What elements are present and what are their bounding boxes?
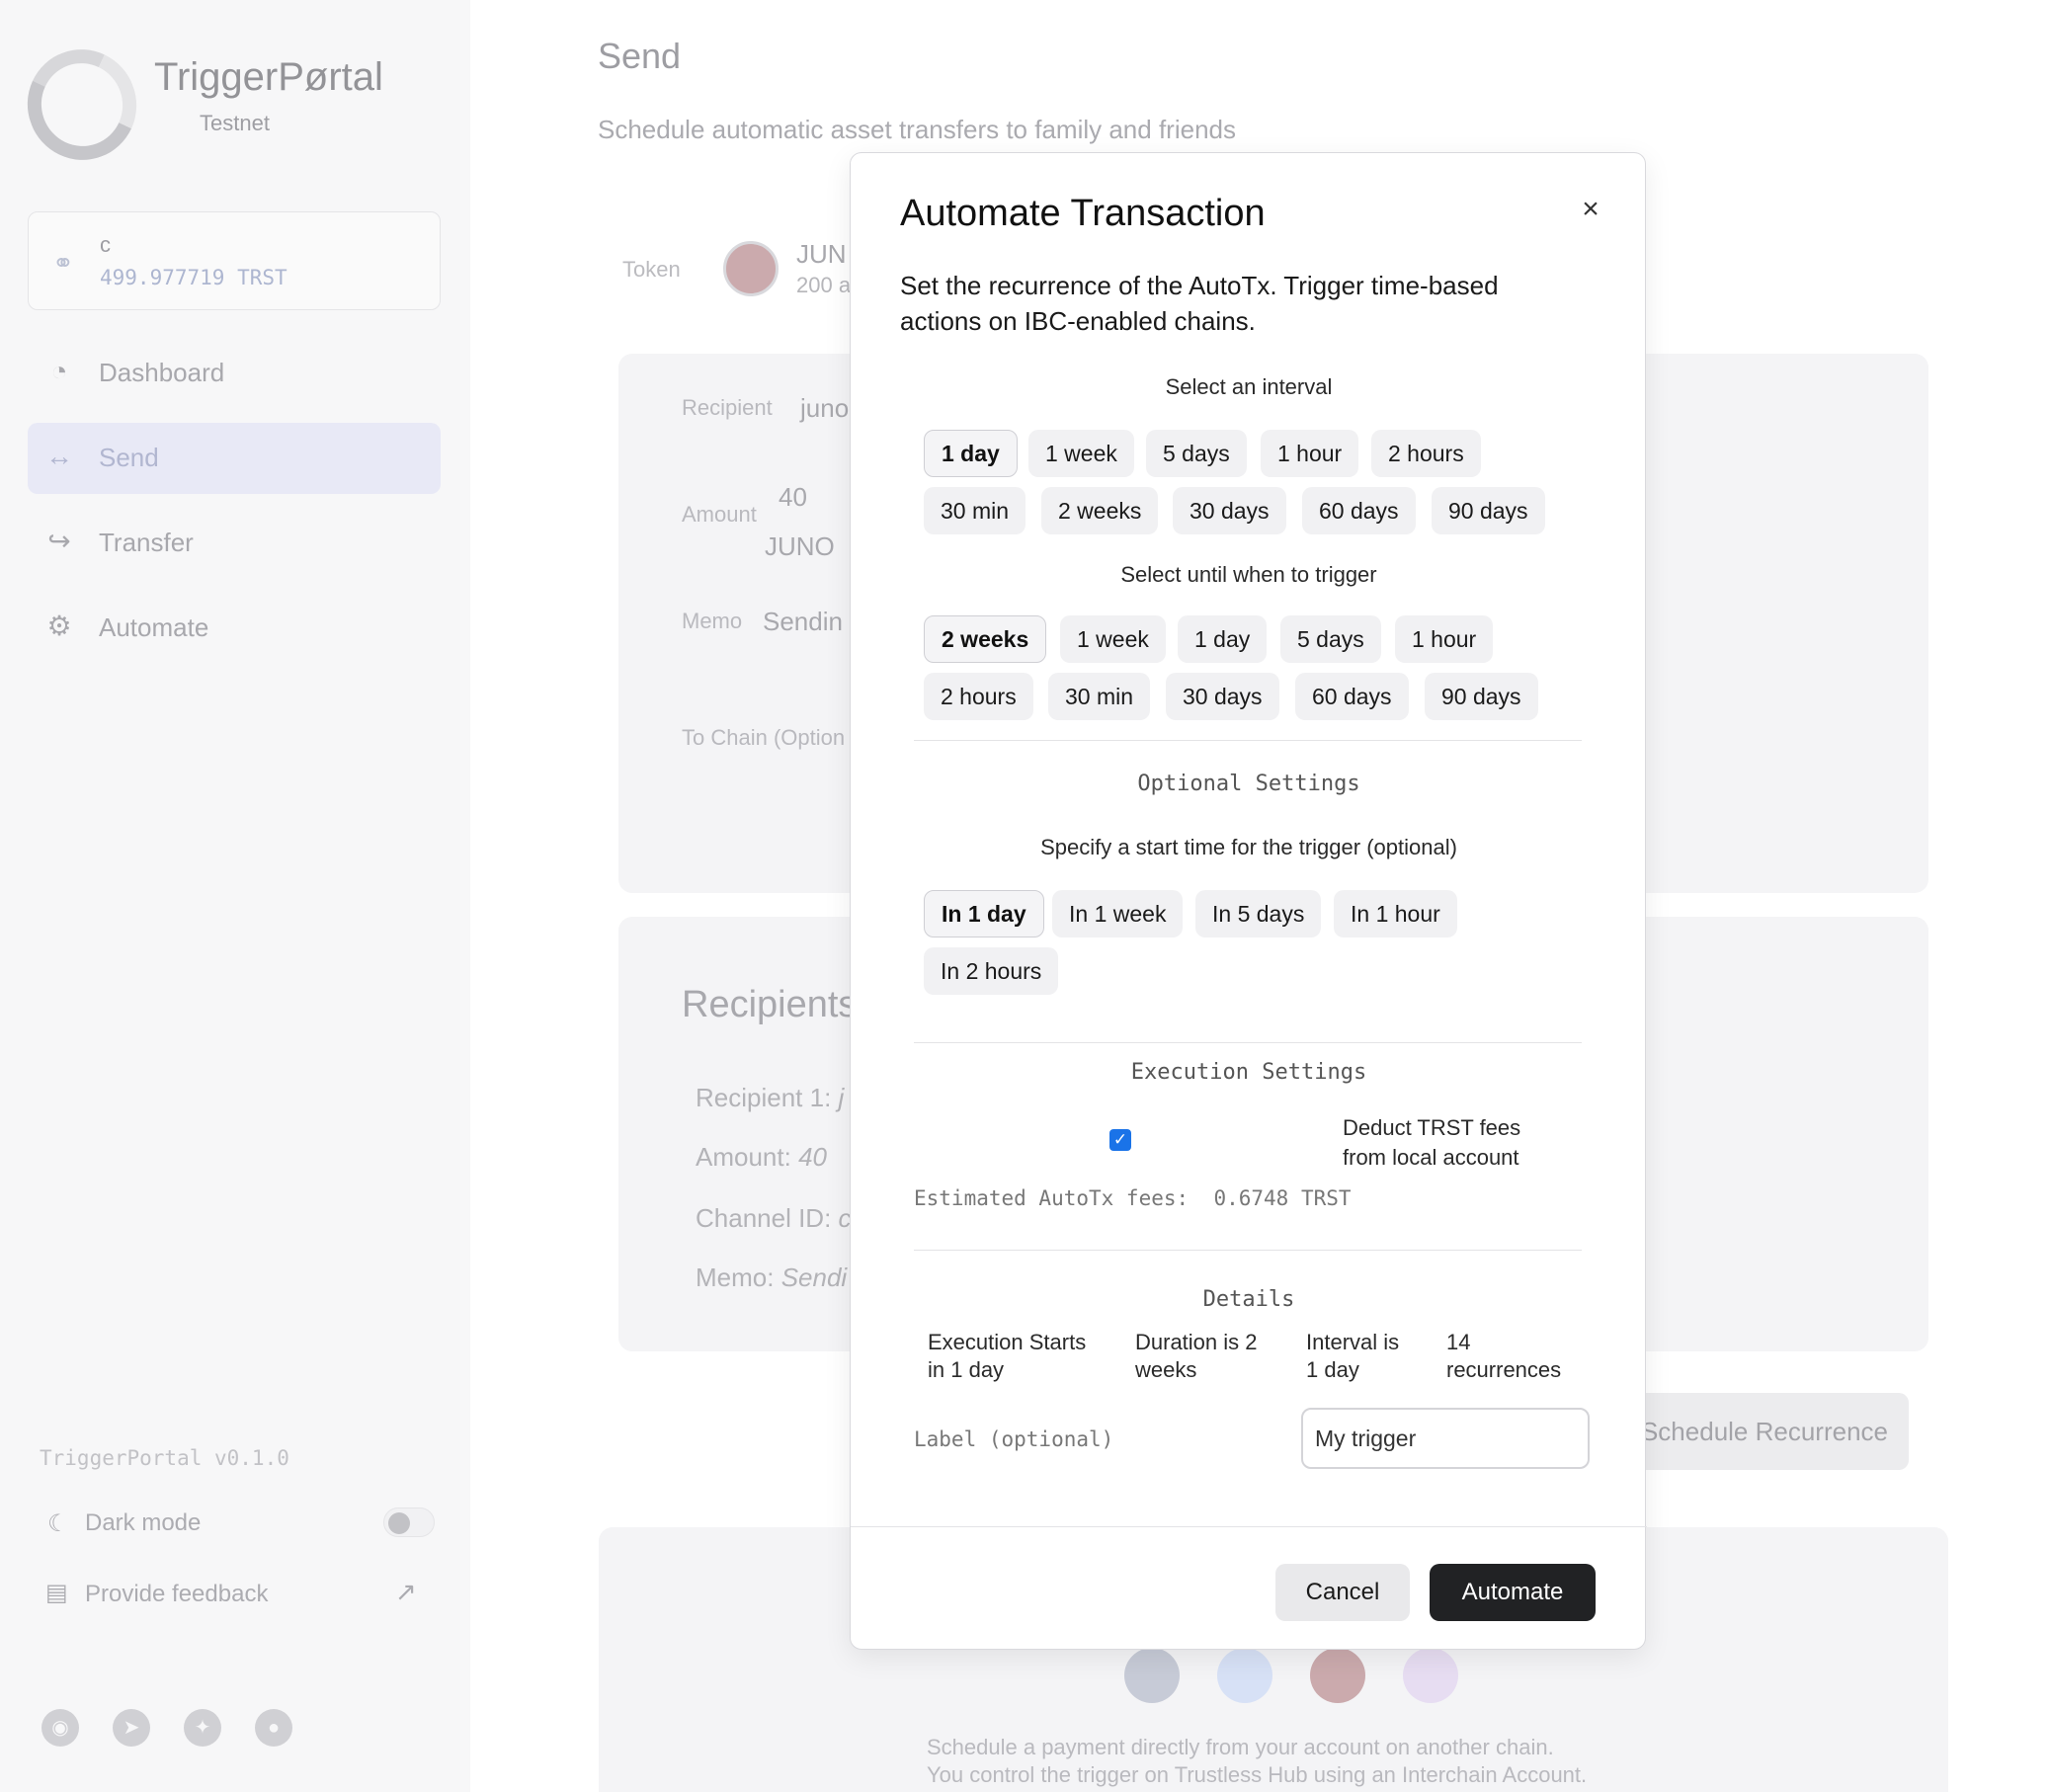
estimated-fees: Estimated AutoTx fees: 0.6748 TRST — [914, 1186, 1352, 1210]
until-option-30-min[interactable]: 30 min — [1048, 673, 1151, 720]
start-option-in-1-hour[interactable]: In 1 hour — [1334, 890, 1457, 937]
divider — [914, 740, 1582, 741]
interval-option-2-weeks[interactable]: 2 weeks — [1041, 487, 1159, 534]
modal-footer-divider — [851, 1526, 1647, 1527]
until-option-1-day[interactable]: 1 day — [1178, 615, 1268, 663]
estimated-fees-value: 0.6748 TRST — [1213, 1186, 1352, 1210]
interval-option-1-day[interactable]: 1 day — [924, 430, 1018, 477]
start-option-in-5-days[interactable]: In 5 days — [1195, 890, 1322, 937]
start-option-in-2-hours[interactable]: In 2 hours — [924, 947, 1059, 995]
detail-recurrences: 14 recurrences — [1446, 1330, 1562, 1382]
cancel-button[interactable]: Cancel — [1275, 1564, 1410, 1621]
interval-label: Select an interval — [1165, 374, 1333, 399]
until-option-2-hours[interactable]: 2 hours — [924, 673, 1033, 720]
detail-duration: Duration is 2 weeks — [1135, 1330, 1258, 1382]
interval-option-2-hours[interactable]: 2 hours — [1371, 430, 1481, 477]
interval-option-30-min[interactable]: 30 min — [924, 487, 1026, 534]
interval-option-1-week[interactable]: 1 week — [1028, 430, 1134, 477]
automate-button[interactable]: Automate — [1430, 1564, 1596, 1621]
until-option-1-hour[interactable]: 1 hour — [1395, 615, 1494, 663]
interval-option-90-days[interactable]: 90 days — [1432, 487, 1545, 534]
divider — [914, 1250, 1582, 1251]
detail-interval: Interval is 1 day — [1306, 1330, 1400, 1382]
start-time-label: Specify a start time for the trigger (op… — [1040, 835, 1457, 859]
label-input[interactable] — [1301, 1408, 1590, 1469]
start-option-in-1-day[interactable]: In 1 day — [924, 890, 1044, 937]
estimated-fees-label: Estimated AutoTx fees: — [914, 1186, 1190, 1210]
deduct-fees-checkbox[interactable]: ✓ — [1109, 1129, 1131, 1151]
detail-execution-start: Execution Starts in 1 day — [928, 1330, 1087, 1382]
until-label: Select until when to trigger — [1120, 562, 1377, 587]
until-option-1-week[interactable]: 1 week — [1060, 615, 1166, 663]
modal-title: Automate Transaction — [900, 193, 1266, 234]
until-option-30-days[interactable]: 30 days — [1166, 673, 1279, 720]
modal-description: Set the recurrence of the AutoTx. Trigge… — [900, 271, 1499, 336]
optional-settings-heading: Optional Settings — [1137, 772, 1360, 796]
until-option-5-days[interactable]: 5 days — [1280, 615, 1381, 663]
until-option-2-weeks[interactable]: 2 weeks — [924, 615, 1047, 663]
until-option-60-days[interactable]: 60 days — [1295, 673, 1409, 720]
interval-option-60-days[interactable]: 60 days — [1302, 487, 1416, 534]
label-field-label: Label (optional) — [914, 1427, 1114, 1451]
until-option-90-days[interactable]: 90 days — [1425, 673, 1538, 720]
interval-option-5-days[interactable]: 5 days — [1146, 430, 1247, 477]
start-option-in-1-week[interactable]: In 1 week — [1052, 890, 1184, 937]
divider — [914, 1042, 1582, 1043]
deduct-fees-label: Deduct TRST fees from local account — [1343, 1115, 1521, 1170]
interval-option-30-days[interactable]: 30 days — [1173, 487, 1286, 534]
execution-settings-heading: Execution Settings — [1130, 1060, 1367, 1085]
automate-modal: Automate Transaction × Set the recurrenc… — [850, 152, 1647, 1650]
details-heading: Details — [1202, 1287, 1295, 1312]
close-icon[interactable]: × — [1574, 193, 1607, 226]
interval-option-1-hour[interactable]: 1 hour — [1261, 430, 1359, 477]
